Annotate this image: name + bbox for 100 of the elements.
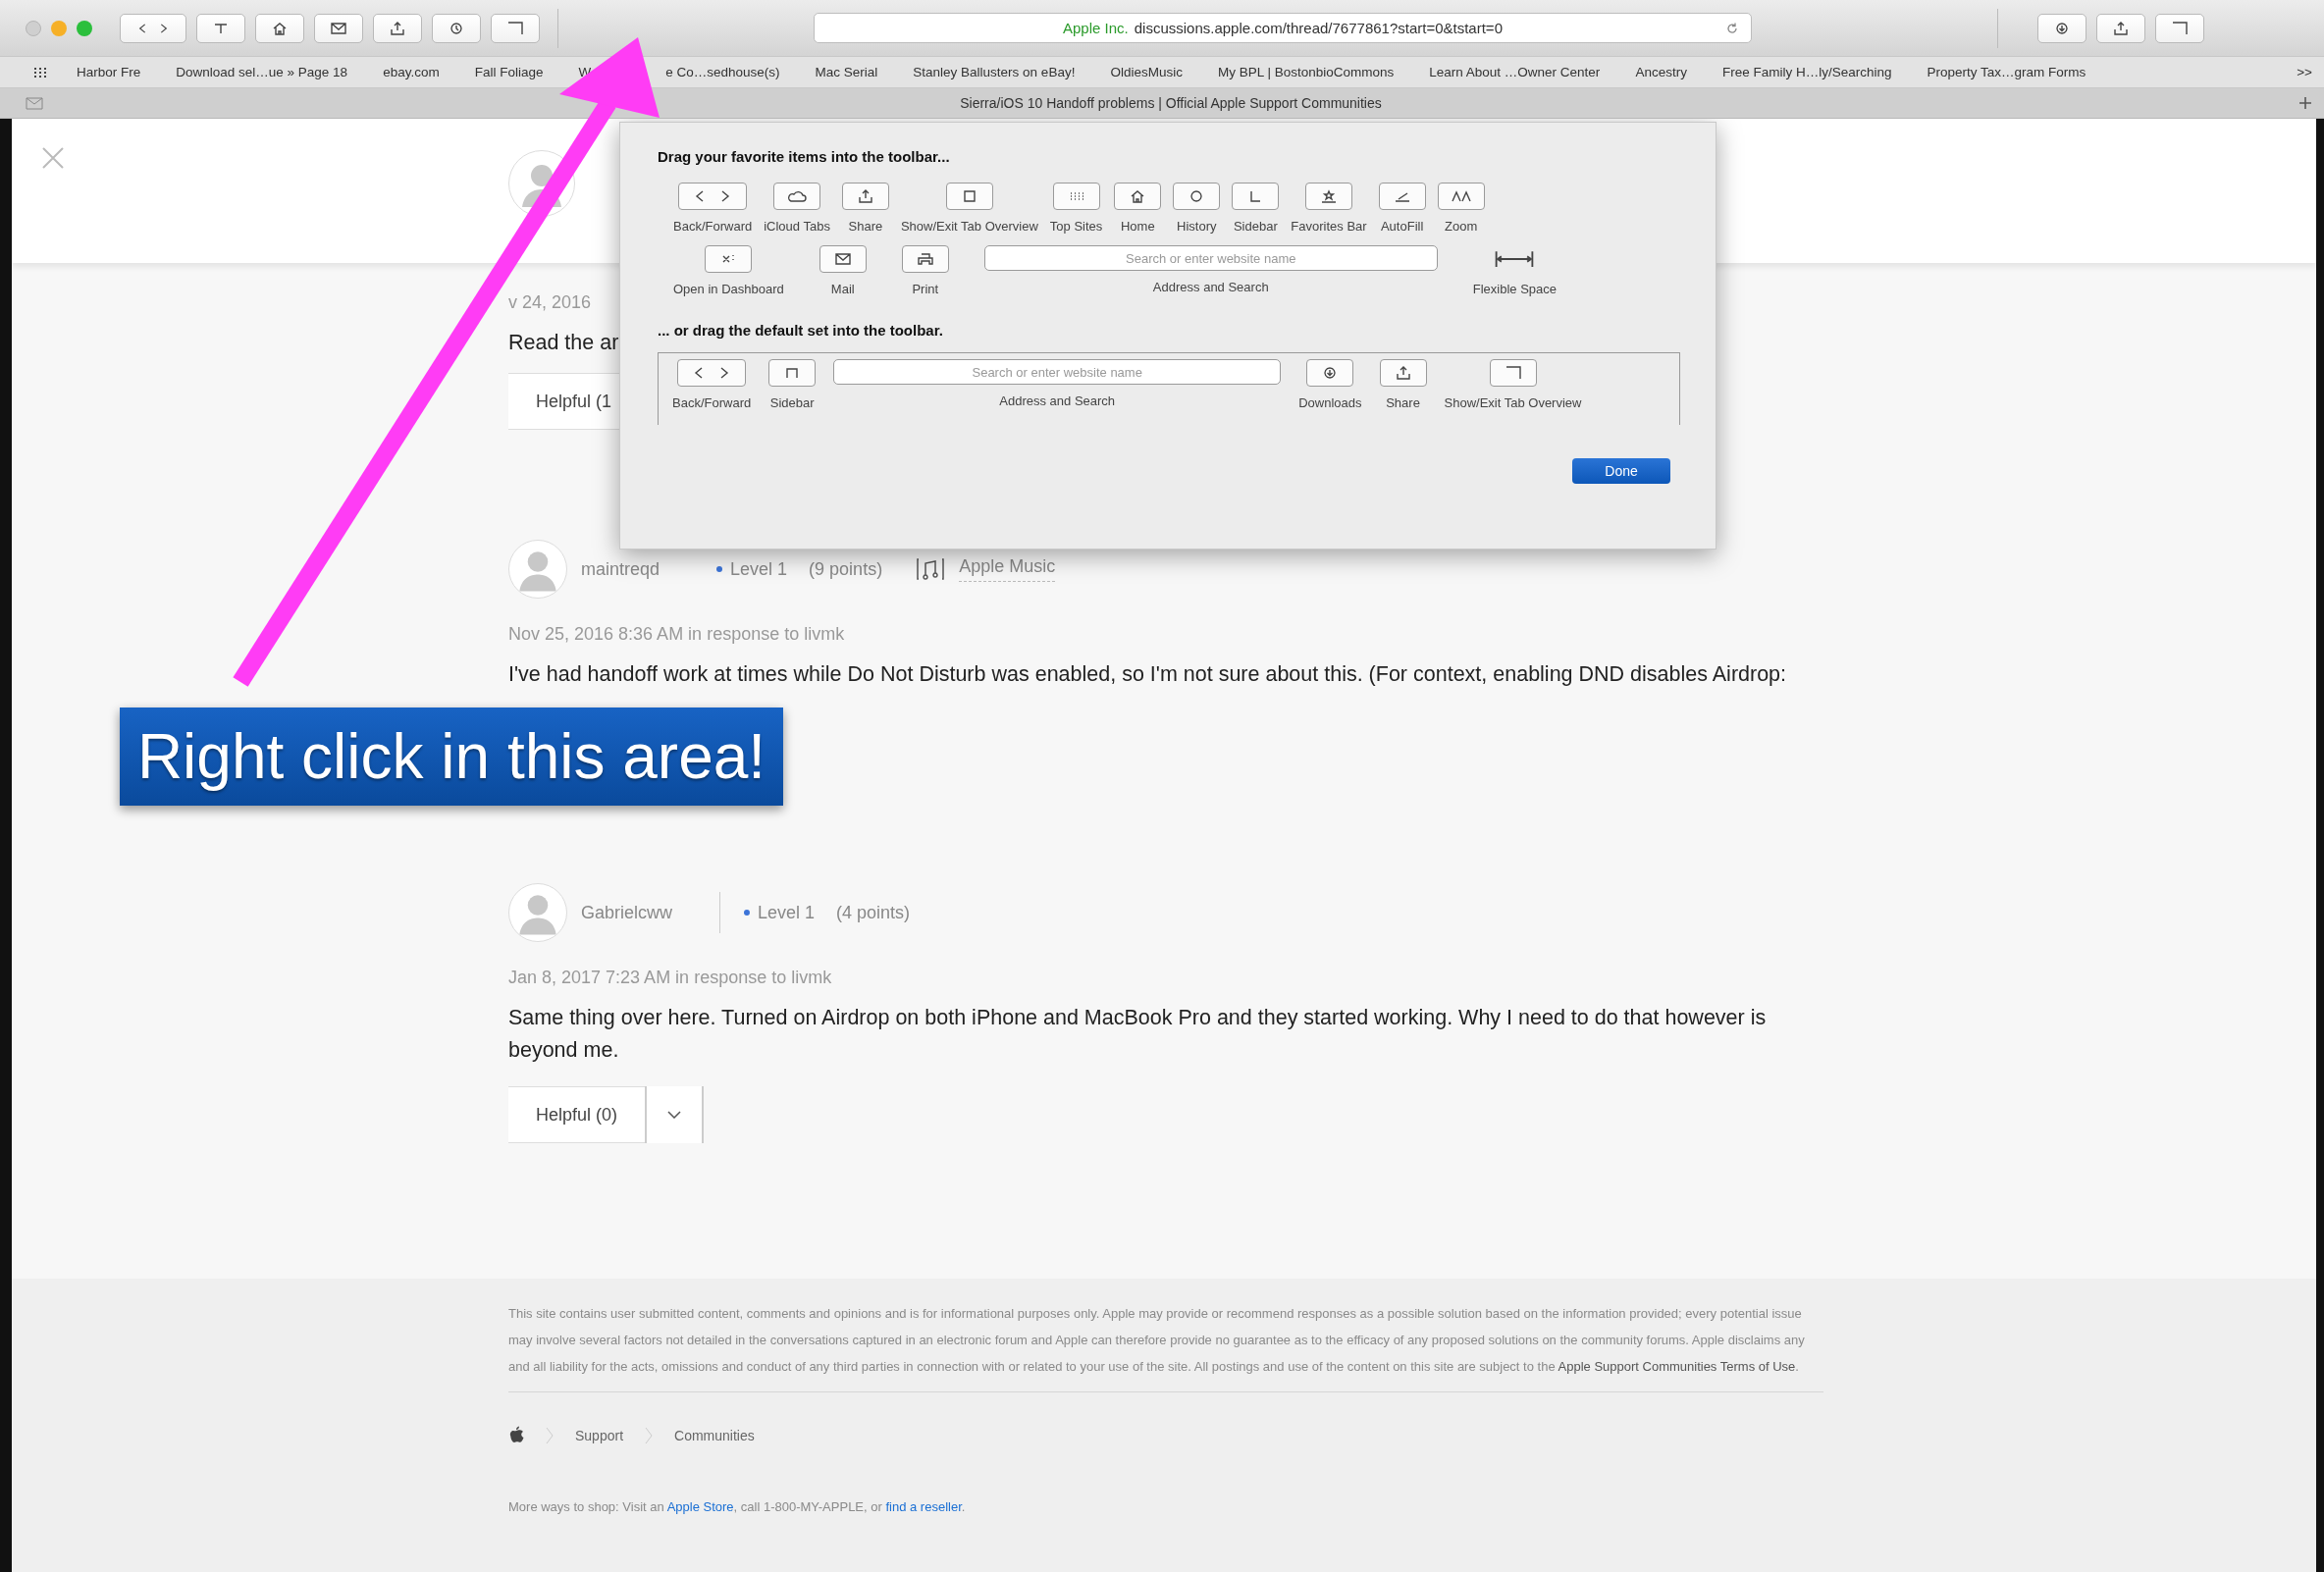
plus-icon[interactable] xyxy=(2298,96,2312,110)
toolbar-button[interactable] xyxy=(2096,13,2145,43)
reload-icon[interactable] xyxy=(1725,22,1739,35)
toolbar-item[interactable] xyxy=(1232,183,1280,210)
post-date: v 24, 2016 xyxy=(508,292,593,313)
more-bookmarks-button[interactable]: >> xyxy=(2297,65,2312,79)
toolbar-item-label: Address and Search xyxy=(1152,280,1269,294)
toolbar-item[interactable] xyxy=(677,359,747,387)
toolbar-item-label: Share xyxy=(848,219,883,234)
bookmark-link[interactable]: e Co…sedhouse(s) xyxy=(665,65,780,79)
tab-title[interactable]: Sierra/iOS 10 Handoff problems | Official Apple Support Communities xyxy=(960,95,1382,111)
address-search-field[interactable]: Search or enter website name xyxy=(983,245,1438,271)
address-bar[interactable]: Apple Inc. discussions.apple.com/thread/7677861?start=0&tstart=0 xyxy=(814,13,1752,43)
grid-icon[interactable] xyxy=(33,66,49,79)
breadcrumb-link[interactable]: Support xyxy=(575,1427,624,1443)
toolbar-item-label: Show/Exit Tab Overview xyxy=(1444,395,1582,410)
toolbar-item-label: Flexible Space xyxy=(1472,282,1558,296)
zoom-icon xyxy=(1449,188,1473,204)
toolbar-item[interactable] xyxy=(1052,183,1100,210)
level-dot-icon xyxy=(744,910,751,916)
toolbar-button[interactable] xyxy=(491,13,540,43)
post-text: Read the ar xyxy=(508,330,619,356)
post-text: I've had handoff work at times while Do Not Disturb was enabled, so I'm not sure about this. (For context, enabling DND disables Airdrop: xyxy=(508,661,1788,688)
bookmark-link[interactable]: My BPL | BostonbioCommons xyxy=(1217,65,1395,79)
toolbar-item[interactable] xyxy=(1489,359,1537,387)
chevron-right-icon xyxy=(546,1426,554,1444)
toolbar-button[interactable] xyxy=(2155,13,2204,43)
dialog-heading: Drag your favorite items into the toolbar... xyxy=(658,148,951,165)
bookmark-link[interactable]: ebay.com xyxy=(383,65,440,79)
bookmark-link[interactable]: Fall Foliage xyxy=(474,65,544,79)
reseller-link[interactable]: find a reseller xyxy=(885,1499,962,1514)
toolbar-item[interactable] xyxy=(819,245,867,273)
annotation-callout: Right click in this area! xyxy=(120,707,783,806)
bookmark-link[interactable]: Download sel…ue » Page 18 xyxy=(176,65,348,79)
toolbar-item-label: Share xyxy=(1386,395,1420,410)
default-set-frame[interactable]: Back/Forward Sidebar Search or enter website name Address and Search Downloads Share Show/Exit Tab Overview xyxy=(658,352,1680,425)
bookmark-link[interactable]: Ancestry xyxy=(1635,65,1687,79)
toolbar-item-label: Back/Forward xyxy=(672,395,752,410)
bookmark-link[interactable]: Free Family H…ly/Searching xyxy=(1721,65,1892,79)
toolbar-item-label: AutoFill xyxy=(1380,219,1424,234)
post-date: Nov 25, 2016 8:36 AM in response to livmk xyxy=(508,624,846,645)
toolbar-item-label: Top Sites xyxy=(1049,219,1103,234)
toolbar-item[interactable] xyxy=(1379,359,1427,387)
toolbar-item-label: Mail xyxy=(830,282,855,296)
address-search-field[interactable]: Search or enter website name xyxy=(833,359,1282,385)
toolbar-button[interactable] xyxy=(196,13,245,43)
toolbar-item-label: Downloads xyxy=(1298,395,1362,410)
post-date: Jan 8, 2017 7:23 AM in response to livmk xyxy=(508,968,833,988)
toolbar-button[interactable] xyxy=(373,13,422,43)
toolbar-item-label: iCloud Tabs xyxy=(764,219,830,234)
toolbar-item-label: Zoom xyxy=(1445,219,1478,234)
toolbar-item-label: Print xyxy=(912,282,939,296)
toolbar-item[interactable] xyxy=(1437,183,1485,210)
url-text: discussions.apple.com/thread/7677861?start=0&tstart=0 xyxy=(1134,20,1503,36)
toolbar-button[interactable] xyxy=(255,13,304,43)
toolbar-item[interactable] xyxy=(1173,183,1221,210)
bookmark-link[interactable]: Stanley Ballusters on eBay! xyxy=(913,65,1076,79)
toolbar-button[interactable] xyxy=(432,13,481,43)
post-text: Same thing over here. Turned on Airdrop on both iPhone and MacBook Pro and they started working. Why I need to do that however is beyond me. xyxy=(508,1005,1768,1064)
disclaimer-text: This site contains user submitted content, comments and opinions and is for informational purposes only. Apple may provide or recommend responses as a possible solution based on the information provided; every potential issue may involve several factors not detailed in the conversations captured in an electronic forum and Apple can therefore provide no guarantee as to the efficacy of any proposed solutions on the community forums. Apple disclaims any and all liability for the acts, omissions and conduct of any third parties in connection with or related to your use of the site. All postings and use of the content on this site are subject to the Apple Support Communities Terms of Use. xyxy=(508,1305,1806,1376)
toolbar-item[interactable] xyxy=(901,245,949,273)
toolbar-item[interactable] xyxy=(773,183,821,210)
breadcrumb-link[interactable]: Communities xyxy=(674,1427,755,1443)
toolbar-item[interactable] xyxy=(945,183,993,210)
apple-logo-icon[interactable] xyxy=(508,1426,524,1444)
bookmark-link[interactable]: Property Tax…gram Forms xyxy=(1927,65,2086,79)
toolbar-item[interactable] xyxy=(768,359,817,387)
toolbar-item-label: Sidebar xyxy=(1233,219,1278,234)
toolbar-item[interactable] xyxy=(705,245,753,273)
toolbar-item-label: Sidebar xyxy=(769,395,815,410)
dialog-heading: ... or drag the default set into the toolbar. xyxy=(658,322,944,339)
helpful-button[interactable]: Helpful (0) xyxy=(508,1086,646,1143)
toolbar-item[interactable] xyxy=(678,183,748,210)
toolbar-item-label: Favorites Bar xyxy=(1291,219,1367,234)
toolbar-button[interactable] xyxy=(314,13,363,43)
toolbar-item[interactable] xyxy=(841,183,889,210)
toolbar-item-label: Home xyxy=(1121,219,1155,234)
toolbar-button[interactable] xyxy=(2037,13,2086,43)
toolbar-item[interactable] xyxy=(1114,183,1162,210)
chevron-right-icon xyxy=(645,1426,654,1444)
done-button[interactable]: Done xyxy=(1572,458,1670,484)
toolbar-item-label: History xyxy=(1177,219,1217,234)
toolbar-item[interactable] xyxy=(1306,359,1354,387)
toolbar-item-label: Address and Search xyxy=(999,393,1116,408)
toolbar-item-label: Open in Dashboard xyxy=(673,282,784,296)
toolbar-item[interactable] xyxy=(1305,183,1352,210)
bookmark-link[interactable]: OldiesMusic xyxy=(1110,65,1183,79)
shop-text: More ways to shop: Visit an Apple Store, call 1-800-MY-APPLE, or find a reseller. xyxy=(508,1499,967,1514)
toolbar-item-label: Back/Forward xyxy=(673,219,753,234)
music-note-icon xyxy=(916,557,946,581)
cloud-icon xyxy=(785,188,810,204)
bookmark-link[interactable]: Learn About …Owner Center xyxy=(1429,65,1601,79)
bookmark-link[interactable]: Harbor Fre xyxy=(77,65,141,79)
chevron-down-icon xyxy=(667,1111,682,1119)
level-dot-icon xyxy=(716,566,723,572)
bookmark-link[interactable]: Mac Serial xyxy=(815,65,878,79)
toolbar-item[interactable] xyxy=(1378,183,1426,210)
level-label: Level 1 xyxy=(730,558,788,580)
apple-store-link[interactable]: Apple Store xyxy=(666,1499,734,1514)
points-label: (9 points) xyxy=(809,558,883,580)
